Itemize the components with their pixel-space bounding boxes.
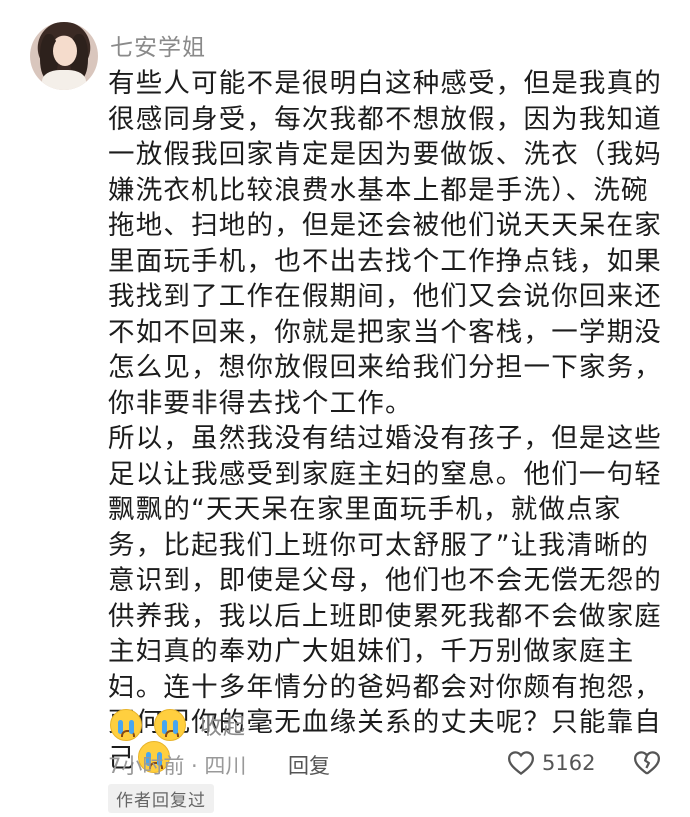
avatar-shirt [42, 70, 86, 90]
collapse-button[interactable]: 收起 [200, 709, 246, 741]
emoji-row: 收起 [108, 709, 246, 741]
like-button[interactable]: 5162 [506, 748, 595, 778]
crying-face-emoji-icon [110, 709, 142, 741]
comment-meta: 7小时前 · 四川 回复 5162 [108, 748, 668, 780]
avatar[interactable] [30, 22, 98, 90]
time-location: 7小时前 · 四川 [108, 754, 247, 778]
crying-face-emoji-icon [154, 709, 186, 741]
heart-outline-icon [507, 751, 535, 776]
author-replied-badge: 作者回复过 [108, 784, 214, 813]
avatar-face [53, 36, 77, 66]
broken-heart-icon [634, 751, 660, 775]
username[interactable]: 七安学姐 [110, 28, 206, 62]
dislike-button[interactable] [632, 748, 662, 783]
comment-paragraph-1: 有些人可能不是很明白这种感受，但是我真的很感同身受，每次我都不想放假，因为我知道… [108, 68, 662, 419]
like-count: 5162 [542, 751, 596, 775]
comment-body: 有些人可能不是很明白这种感受，但是我真的很感同身受，每次我都不想放假，因为我知道… [108, 66, 668, 776]
reply-button[interactable]: 回复 [288, 750, 330, 780]
